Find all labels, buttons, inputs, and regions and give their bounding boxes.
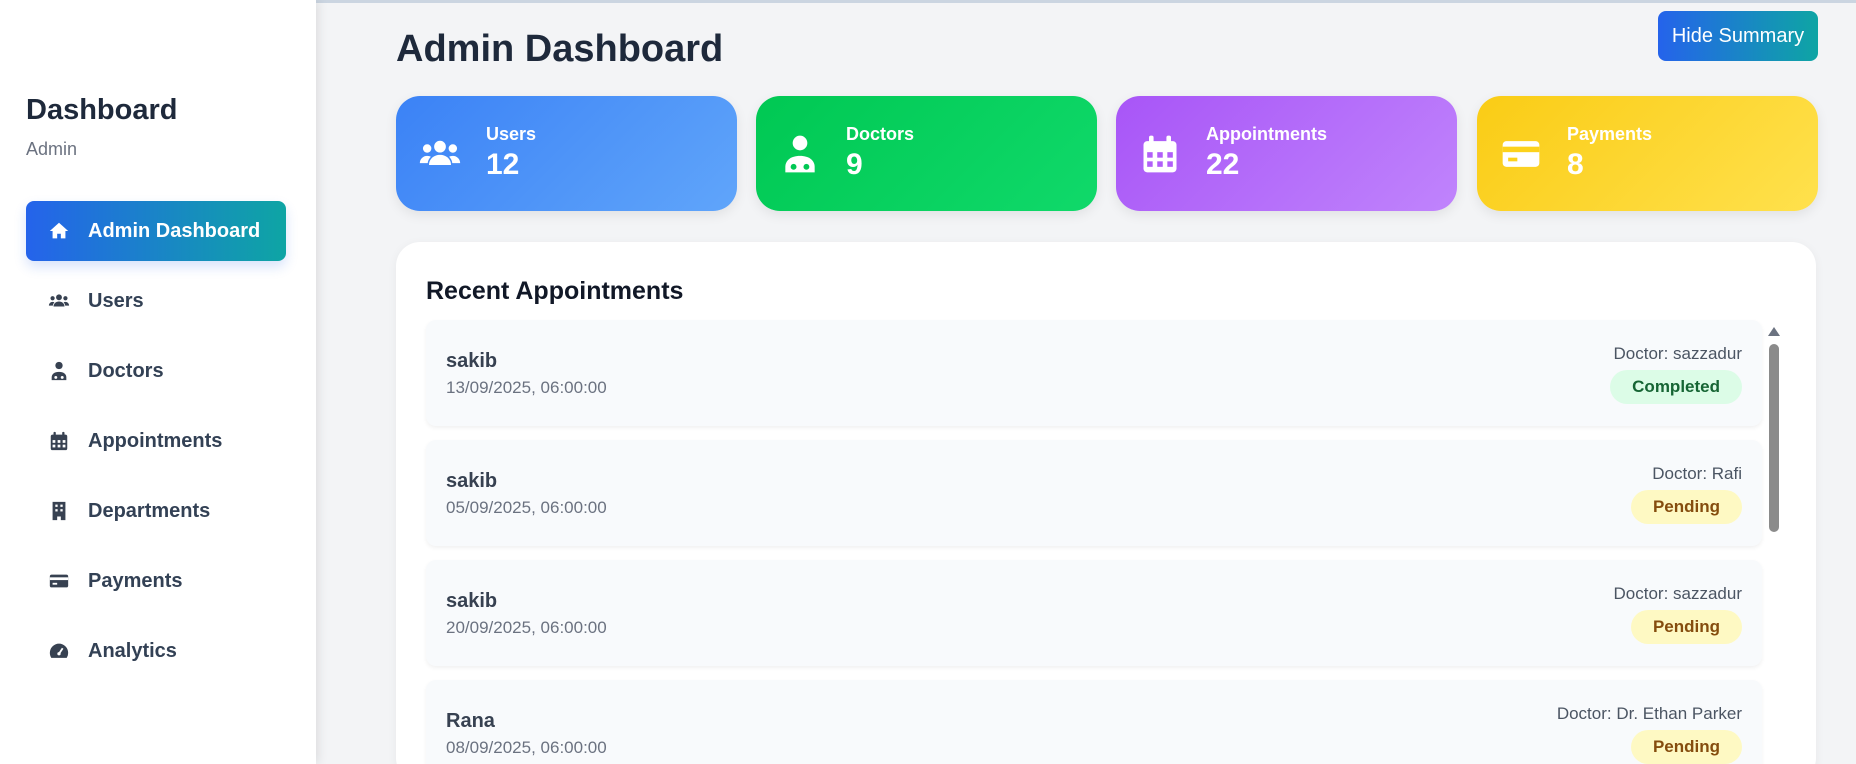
recent-appointments-panel: Recent Appointments sakib 13/09/2025, 06… — [396, 242, 1816, 764]
doctor-name: Doctor: sazzadur — [1613, 584, 1743, 603]
card-value: 8 — [1567, 148, 1584, 181]
page-title: Admin Dashboard — [396, 28, 724, 70]
sidebar-item-label: Appointments — [88, 429, 223, 452]
sidebar-nav: Admin Dashboard Users Doctors Appointmen… — [26, 201, 286, 691]
appointment-datetime: 08/09/2025, 06:00:00 — [446, 738, 607, 757]
status-badge: Pending — [1630, 610, 1742, 644]
appointment-datetime: 20/09/2025, 06:00:00 — [446, 618, 607, 637]
doctor-icon — [778, 132, 822, 176]
card-value: 12 — [486, 148, 520, 181]
card-label: Payments — [1567, 124, 1653, 144]
appointment-row[interactable]: sakib 05/09/2025, 06:00:00 Doctor: Rafi … — [426, 440, 1762, 546]
card-label: Appointments — [1206, 124, 1327, 144]
credit-card-icon — [46, 568, 72, 594]
appointment-datetime: 05/09/2025, 06:00:00 — [446, 498, 607, 517]
appointment-row[interactable]: sakib 20/09/2025, 06:00:00 Doctor: sazza… — [426, 560, 1762, 666]
top-divider — [316, 0, 1856, 3]
patient-name: sakib — [446, 470, 498, 492]
calendar-icon — [46, 428, 72, 454]
card-value: 22 — [1206, 148, 1240, 181]
appointment-row[interactable]: Rana 08/09/2025, 06:00:00 Doctor: Dr. Et… — [426, 680, 1762, 764]
scroll-up-arrow-icon[interactable] — [1768, 327, 1780, 336]
building-icon — [46, 498, 72, 524]
doctor-name: Doctor: Dr. Ethan Parker — [1556, 704, 1742, 723]
sidebar: Dashboard Admin Admin Dashboard Users Do… — [0, 0, 316, 764]
status-badge: Pending — [1630, 490, 1742, 524]
sidebar-item-doctors[interactable]: Doctors — [26, 341, 286, 401]
sidebar-item-payments[interactable]: Payments — [26, 551, 286, 611]
status-badge: Completed — [1610, 370, 1742, 404]
appointment-datetime: 13/09/2025, 06:00:00 — [446, 378, 607, 397]
appointment-row[interactable]: sakib 13/09/2025, 06:00:00 Doctor: sazza… — [426, 320, 1762, 426]
card-label: Doctors — [846, 124, 915, 144]
appointments-list[interactable]: sakib 13/09/2025, 06:00:00 Doctor: sazza… — [426, 320, 1762, 764]
sidebar-item-label: Departments — [88, 499, 211, 522]
sidebar-title: Dashboard — [26, 94, 178, 126]
sidebar-item-label: Analytics — [88, 639, 177, 662]
sidebar-item-analytics[interactable]: Analytics — [26, 621, 286, 681]
sidebar-item-label: Payments — [88, 569, 183, 592]
doctors-summary-card[interactable]: Doctors 9 — [756, 96, 1097, 211]
users-icon — [46, 288, 72, 314]
status-badge: Pending — [1630, 730, 1742, 764]
doctor-icon — [46, 358, 72, 384]
sidebar-item-appointments[interactable]: Appointments — [26, 411, 286, 471]
sidebar-item-users[interactable]: Users — [26, 271, 286, 331]
home-icon — [46, 218, 72, 244]
scrollbar-thumb[interactable] — [1769, 344, 1779, 532]
patient-name: sakib — [446, 350, 498, 372]
appointments-summary-card[interactable]: Appointments 22 — [1116, 96, 1457, 211]
doctor-name: Doctor: Rafi — [1652, 464, 1742, 483]
panel-title: Recent Appointments — [426, 277, 684, 305]
gauge-icon — [46, 638, 72, 664]
card-label: Users — [486, 124, 537, 144]
sidebar-subtitle: Admin — [26, 139, 78, 159]
payments-summary-card[interactable]: Payments 8 — [1477, 96, 1818, 211]
main-content: Admin Dashboard Hide Summary Users 12 Do… — [316, 0, 1856, 764]
users-icon — [418, 132, 462, 176]
doctor-name: Doctor: sazzadur — [1613, 344, 1743, 363]
users-summary-card[interactable]: Users 12 — [396, 96, 737, 211]
sidebar-item-label: Doctors — [88, 359, 164, 382]
card-value: 9 — [846, 148, 863, 181]
sidebar-item-admin-dashboard[interactable]: Admin Dashboard — [26, 201, 286, 261]
sidebar-item-departments[interactable]: Departments — [26, 481, 286, 541]
sidebar-item-label: Admin Dashboard — [88, 219, 261, 242]
patient-name: sakib — [446, 590, 498, 612]
credit-card-icon — [1499, 132, 1543, 176]
sidebar-item-label: Users — [88, 289, 144, 312]
calendar-icon — [1138, 132, 1182, 176]
patient-name: Rana — [446, 710, 495, 732]
hide-summary-button[interactable]: Hide Summary — [1658, 11, 1818, 61]
